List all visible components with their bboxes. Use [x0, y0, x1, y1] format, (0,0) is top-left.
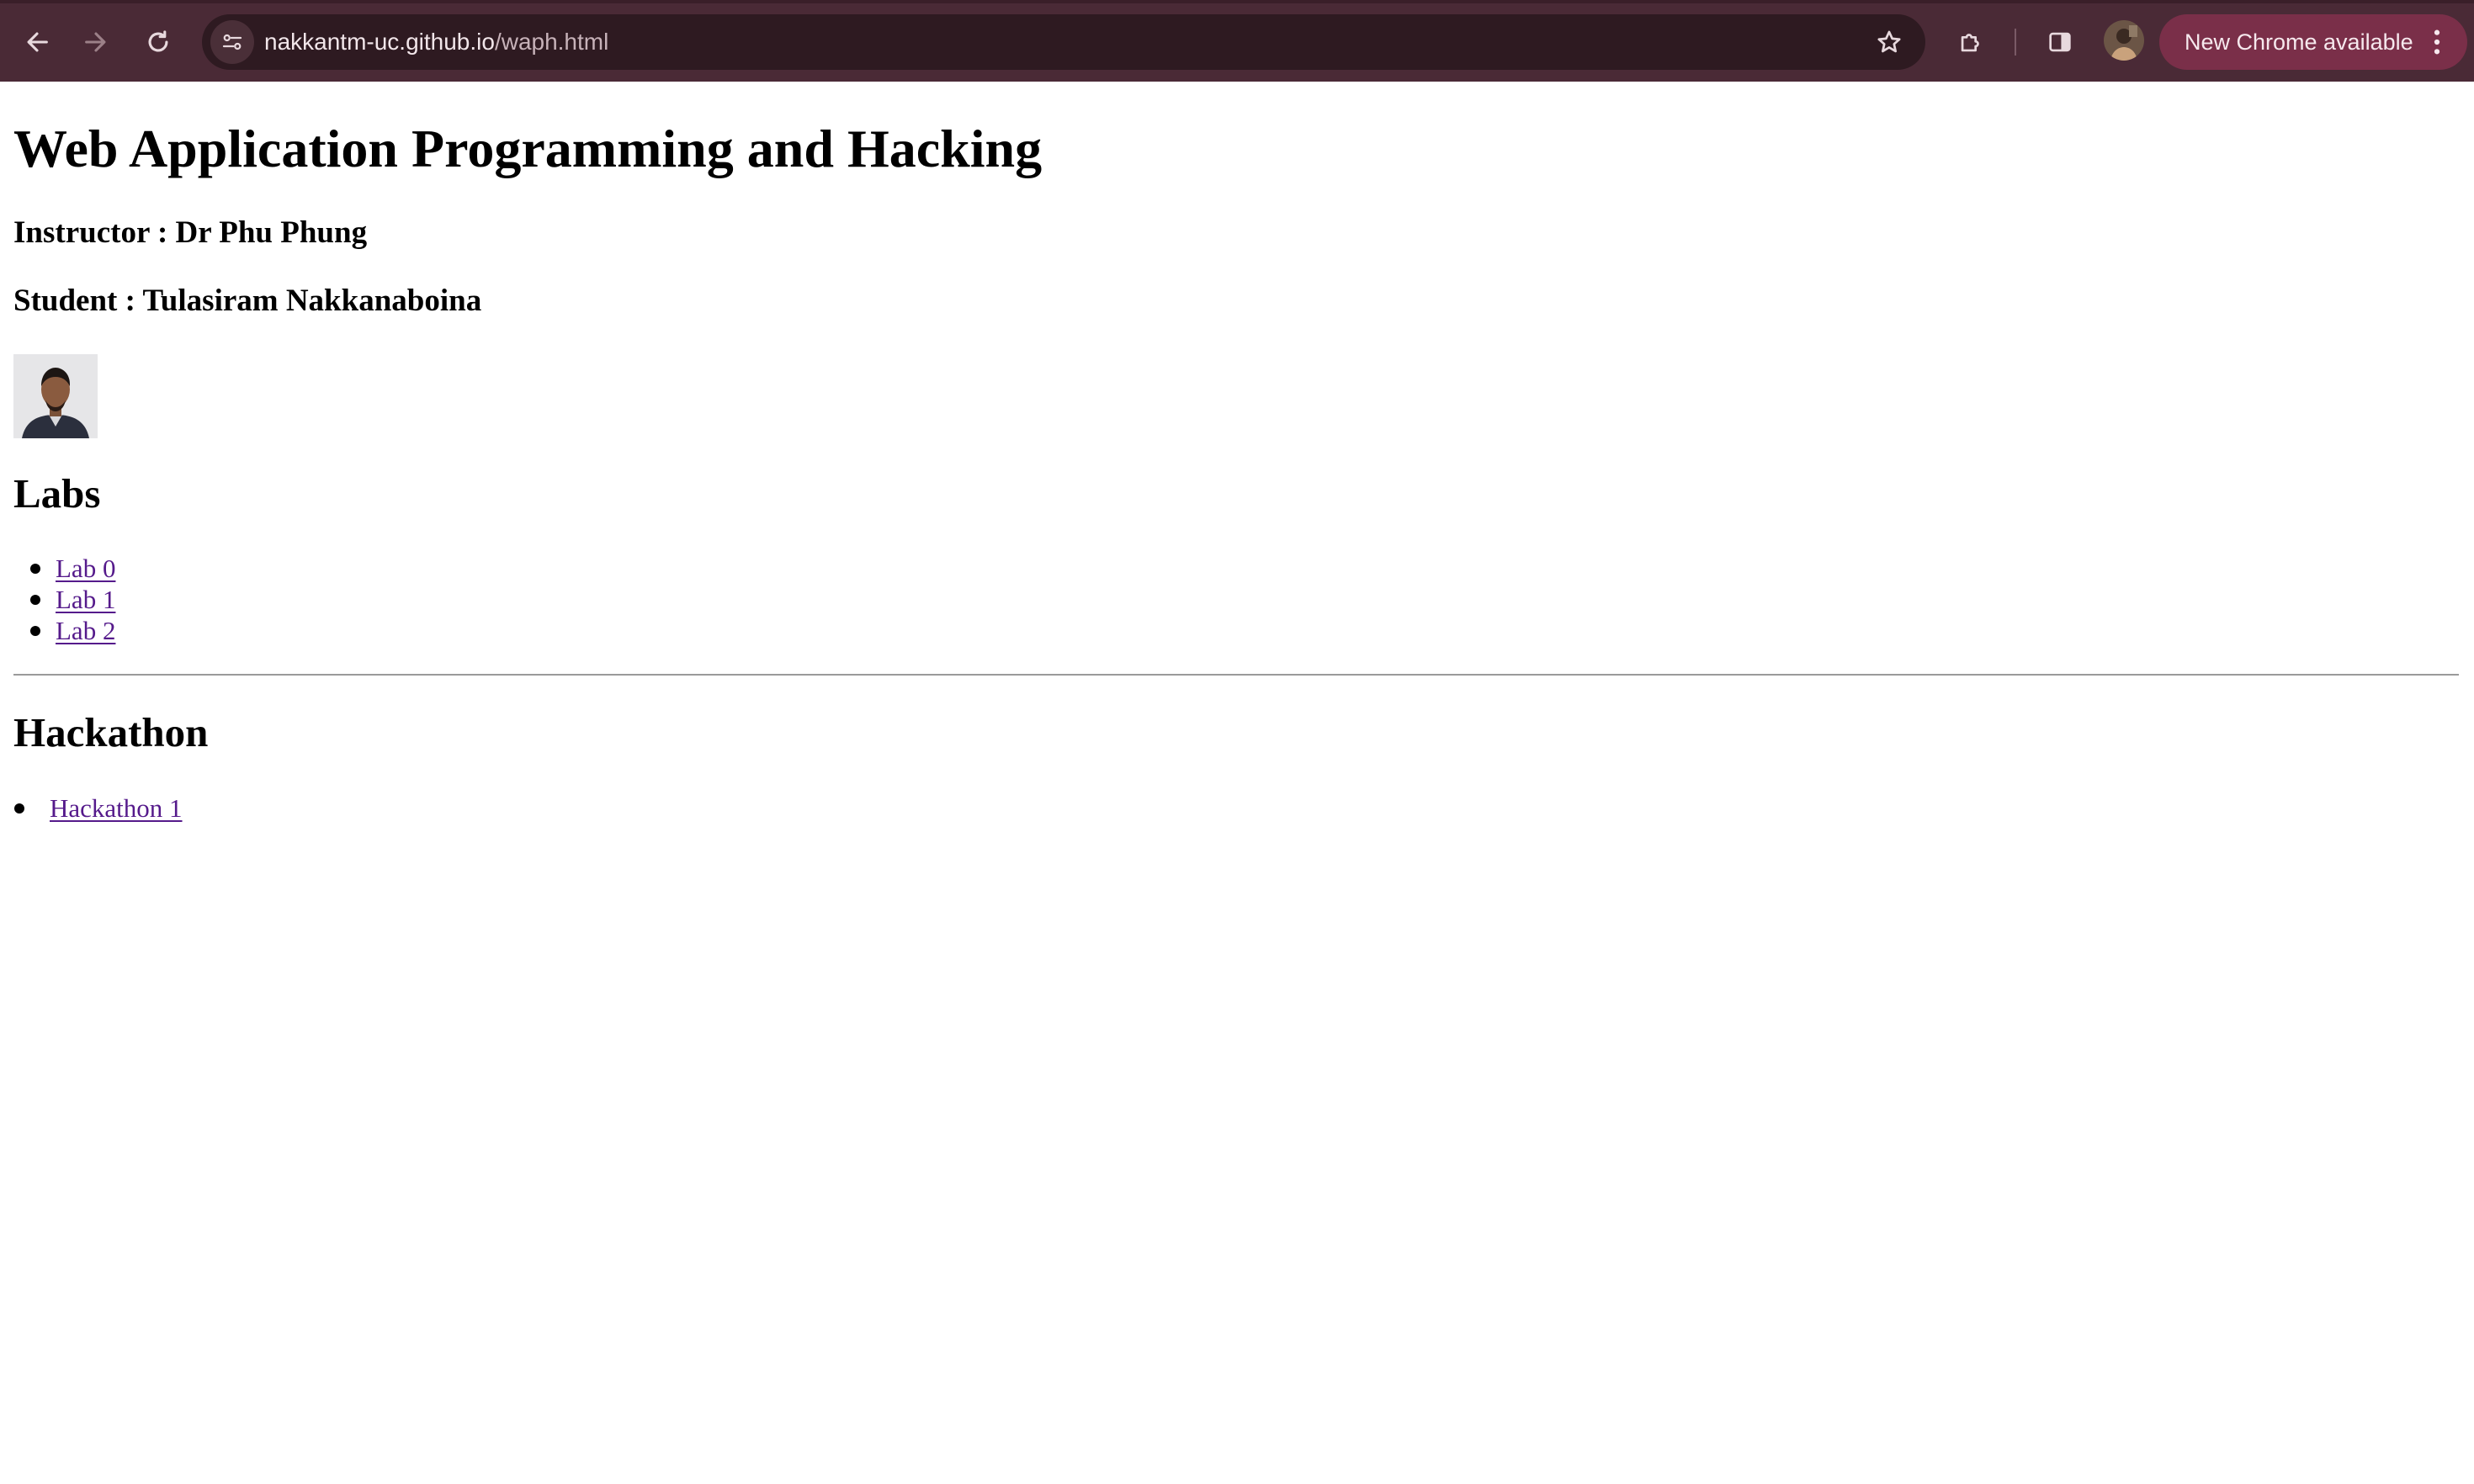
- hackathon-list: Hackathon 1: [14, 792, 183, 824]
- bullet-icon: [14, 803, 24, 814]
- page-title: Web Application Programming and Hacking: [13, 119, 1043, 178]
- labs-list: Lab 0 Lab 1 Lab 2: [30, 553, 115, 646]
- back-button[interactable]: [15, 20, 59, 64]
- student-photo: [13, 354, 98, 438]
- site-info-button[interactable]: [210, 20, 254, 64]
- url-host: nakkantm-uc.github.io: [264, 29, 495, 55]
- student-portrait-image: [13, 354, 98, 438]
- url-path: /waph.html: [494, 29, 609, 55]
- address-bar[interactable]: nakkantm-uc.github.io/waph.html: [202, 14, 1925, 70]
- list-item: Hackathon 1: [14, 792, 183, 824]
- arrow-right-icon: [85, 32, 106, 52]
- tab-strip-edge: [0, 0, 2474, 3]
- bullet-icon: [30, 595, 40, 605]
- hackathon-1-link[interactable]: Hackathon 1: [50, 793, 183, 823]
- browser-toolbar: nakkantm-uc.github.io/waph.html New Chro…: [0, 0, 2474, 82]
- url-text[interactable]: nakkantm-uc.github.io/waph.html: [264, 14, 608, 70]
- reload-button[interactable]: [136, 20, 180, 64]
- list-item: Lab 0: [30, 553, 115, 584]
- instructor-heading: Instructor : Dr Phu Phung: [13, 215, 368, 250]
- student-heading: Student : Tulasiram Nakkanaboina: [13, 284, 482, 318]
- side-panel-button[interactable]: [2038, 20, 2082, 64]
- lab-1-link[interactable]: Lab 1: [56, 585, 115, 614]
- puzzle-icon: [1961, 34, 1979, 52]
- hackathon-heading: Hackathon: [13, 709, 209, 755]
- list-item: Lab 1: [30, 584, 115, 615]
- forward-button[interactable]: [74, 20, 118, 64]
- labs-heading: Labs: [13, 470, 101, 517]
- lab-2-link[interactable]: Lab 2: [56, 616, 115, 645]
- reload-icon: [148, 30, 168, 52]
- extensions-button[interactable]: [1949, 20, 1993, 64]
- arrow-left-icon: [27, 32, 48, 52]
- chrome-menu-button[interactable]: [2420, 25, 2454, 59]
- list-item: Lab 2: [30, 615, 115, 646]
- section-divider: [13, 674, 2459, 676]
- update-label: New Chrome available: [2185, 29, 2413, 55]
- tune-icon: [222, 34, 242, 50]
- lab-0-link[interactable]: Lab 0: [56, 554, 115, 583]
- new-chrome-available-button[interactable]: New Chrome available: [2159, 14, 2467, 70]
- star-icon: [1877, 30, 1901, 53]
- bullet-icon: [30, 626, 40, 636]
- kebab-menu-icon: [2434, 29, 2440, 55]
- side-panel-icon: [2049, 32, 2071, 52]
- profile-avatar-button[interactable]: [2104, 20, 2144, 61]
- bullet-icon: [30, 564, 40, 574]
- bookmark-button[interactable]: [1868, 21, 1910, 63]
- toolbar-divider: [2015, 29, 2016, 56]
- avatar: [2104, 20, 2144, 61]
